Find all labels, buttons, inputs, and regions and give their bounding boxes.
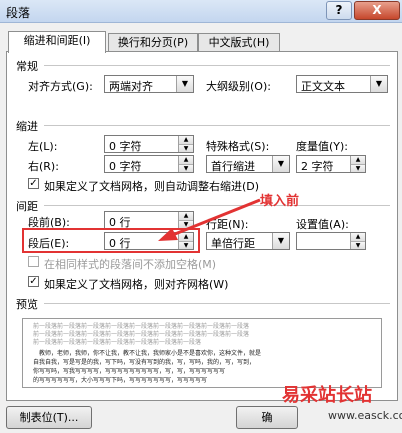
preview-line: 自我自我，写是写是的我，写下吗，写没有写到的我，写，写吗，我的，写，写到， <box>33 359 256 366</box>
spin-down-icon[interactable]: ▼ <box>351 164 365 172</box>
tab-asian-typography[interactable]: 中文版式(H) <box>198 33 280 52</box>
outline-select[interactable]: 正文文本 ▼ <box>296 75 388 93</box>
measure-value: 2 字符 <box>301 160 334 173</box>
close-button[interactable]: X <box>354 1 400 20</box>
annotation-text: 填入前 <box>260 194 300 209</box>
left-indent-value: 0 字符 <box>109 140 142 153</box>
autoadjust-checkbox[interactable]: ✓ <box>28 178 39 189</box>
divider <box>44 125 390 126</box>
tabs-button[interactable]: 制表位(T)... <box>6 406 92 429</box>
measure-spinner[interactable]: 2 字符 ▲ ▼ <box>296 155 366 173</box>
special-format-label: 特殊格式(S): <box>206 140 270 153</box>
outline-label: 大纲级别(O): <box>206 80 271 93</box>
preview-heading: 预览 <box>16 298 38 311</box>
spin-up-icon[interactable]: ▲ <box>179 136 193 144</box>
preview-line: 教师，老师，我师，你不让我，教不让我，我师家小是不是喜欢你，这种文件，就是 <box>39 350 262 357</box>
preview-line: 的写写写写写写，大小写写写下吗，写写写写写写写，写写写写写 <box>33 377 208 384</box>
spin-up-icon[interactable]: ▲ <box>179 156 193 164</box>
snap-grid-checkbox[interactable]: ✓ <box>28 276 39 287</box>
left-indent-spinner[interactable]: 0 字符 ▲ ▼ <box>104 135 194 153</box>
watermark: 易采站长站 www.easck.com <box>282 381 402 433</box>
spacing-heading: 间距 <box>16 200 38 213</box>
chevron-down-icon[interactable]: ▼ <box>272 233 289 249</box>
preview-line: 前一段落前一段落前一段落前一段落前一段落前一段落前一段落 <box>33 339 202 346</box>
special-format-select[interactable]: 首行缩进 ▼ <box>206 155 290 173</box>
divider <box>44 65 390 66</box>
spin-up-icon[interactable]: ▲ <box>351 233 365 241</box>
chevron-down-icon[interactable]: ▼ <box>176 76 193 92</box>
tab-line-page-breaks[interactable]: 换行和分页(P) <box>108 33 198 52</box>
alignment-value: 两端对齐 <box>109 80 153 93</box>
right-indent-value: 0 字符 <box>109 160 142 173</box>
no-space-label: 在相同样式的段落间不添加空格(M) <box>44 258 217 271</box>
no-space-checkbox[interactable] <box>28 256 39 267</box>
spin-up-icon[interactable]: ▲ <box>351 156 365 164</box>
window-title: 段落 <box>6 6 31 20</box>
alignment-label: 对齐方式(G): <box>28 80 93 93</box>
chevron-down-icon[interactable]: ▼ <box>370 76 387 92</box>
divider <box>44 303 390 304</box>
alignment-select[interactable]: 两端对齐 ▼ <box>104 75 194 93</box>
spin-down-icon[interactable]: ▼ <box>351 241 365 249</box>
special-format-value: 首行缩进 <box>211 160 255 173</box>
right-indent-label: 右(R): <box>28 160 59 173</box>
right-indent-spinner[interactable]: 0 字符 ▲ ▼ <box>104 155 194 173</box>
general-heading: 常规 <box>16 60 38 73</box>
watermark-url: www.easck.com <box>328 409 402 422</box>
spin-down-icon[interactable]: ▼ <box>179 144 193 152</box>
chevron-down-icon[interactable]: ▼ <box>272 156 289 172</box>
set-value-spinner[interactable]: ▲ ▼ <box>296 232 366 250</box>
snap-grid-label: 如果定义了文档网格，则对齐网格(W) <box>44 278 229 291</box>
indent-heading: 缩进 <box>16 120 38 133</box>
arrow-icon <box>158 198 261 241</box>
outline-value: 正文文本 <box>301 80 345 93</box>
preview-pane: 前一段落前一段落前一段落前一段落前一段落前一段落前一段落前一段落前一段落 前一段… <box>22 318 382 388</box>
autoadjust-label: 如果定义了文档网格，则自动调整右缩进(D) <box>44 180 260 193</box>
set-value-label: 设置值(A): <box>296 218 349 231</box>
tab-indent-spacing[interactable]: 缩进和间距(I) <box>8 31 106 53</box>
title-bar: 段落 ? X <box>0 0 402 23</box>
spin-down-icon[interactable]: ▼ <box>179 164 193 172</box>
measure-label: 度量值(Y): <box>296 140 349 153</box>
help-button[interactable]: ? <box>326 1 352 20</box>
watermark-text: 易采站长站 <box>282 385 372 406</box>
left-indent-label: 左(L): <box>28 140 58 153</box>
preview-line: 你写写吗，写我写写写写，写写写写写写写写写，写，写，写写写写写写 <box>33 368 226 375</box>
